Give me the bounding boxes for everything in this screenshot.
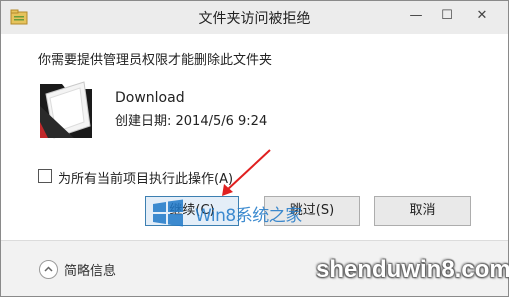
win8-watermark: Win8系统之家 xyxy=(151,199,341,227)
window-title: 文件夹访问被拒绝 xyxy=(198,11,311,27)
details-toggle[interactable]: 简略信息 xyxy=(64,260,116,279)
folder-name: Download xyxy=(115,90,185,106)
apply-all-checkbox[interactable] xyxy=(38,169,52,183)
title-bar: 文件夹访问被拒绝 — ☐ ✕ xyxy=(1,1,508,34)
windows-logo-icon xyxy=(153,199,183,227)
created-date: 创建日期: 2014/5/6 9:24 xyxy=(115,114,268,129)
close-button[interactable]: ✕ xyxy=(464,5,500,27)
maximize-button[interactable]: ☐ xyxy=(435,5,459,27)
dialog-message: 你需要提供管理员权限才能删除此文件夹 xyxy=(38,53,273,68)
watermark-text: Win8系统之家 xyxy=(195,206,302,226)
cancel-button[interactable]: 取消 xyxy=(374,196,471,226)
minimize-button[interactable]: — xyxy=(404,5,428,27)
large-folder-icon xyxy=(40,81,92,139)
chevron-up-icon[interactable] xyxy=(39,260,58,279)
apply-all-label[interactable]: 为所有当前项目执行此操作(A) xyxy=(58,168,233,187)
access-denied-dialog: 文件夹访问被拒绝 — ☐ ✕ 你需要提供管理员权限才能删除此文件夹 Downlo… xyxy=(0,0,509,297)
site-watermark: shenduwin8.com xyxy=(316,256,509,283)
